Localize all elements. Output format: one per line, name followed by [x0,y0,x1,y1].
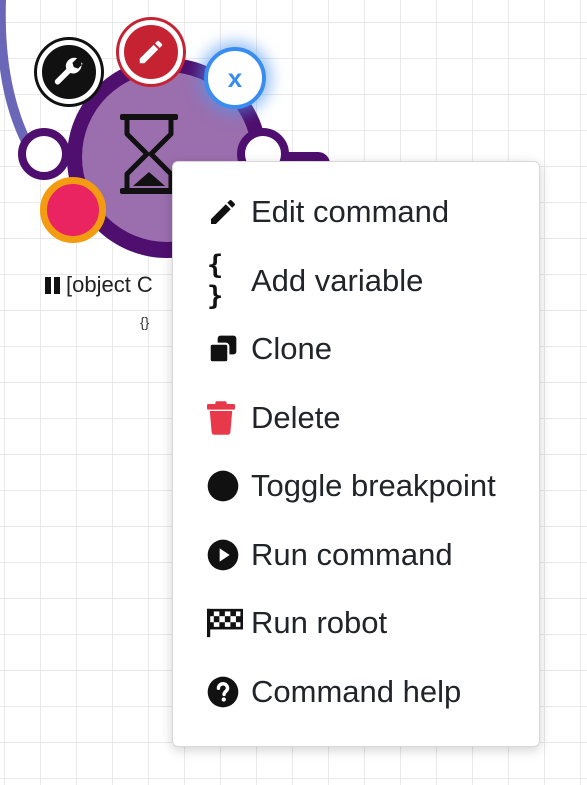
menu-item-toggle-breakpoint[interactable]: Toggle breakpoint [173,452,539,521]
menu-item-edit-command[interactable]: Edit command [173,178,539,247]
menu-item-label: Run robot [251,605,388,641]
menu-item-clone[interactable]: Clone [173,315,539,384]
menu-item-label: Delete [251,399,341,435]
node-input-port[interactable] [18,128,70,180]
node-edit-button[interactable] [119,20,183,84]
menu-item-label: Clone [251,331,332,367]
menu-item-label: Toggle breakpoint [251,468,496,504]
menu-item-run-robot[interactable]: Run robot [173,589,539,658]
node-settings-button[interactable] [37,40,101,104]
menu-item-delete[interactable]: Delete [173,384,539,453]
braces-icon: { } [207,249,223,312]
flag-checkered-icon [207,608,243,638]
close-icon: x [227,62,243,93]
menu-item-command-help[interactable]: Command help [173,658,539,727]
node-variables: {} [140,314,150,330]
wrench-icon [54,57,83,85]
node-label: [object C [45,272,153,298]
context-menu: Edit command { } Add variable Clone Dele… [172,161,540,747]
circle-icon [207,470,243,502]
pencil-icon [139,40,163,64]
menu-item-label: Add variable [251,262,424,298]
menu-item-label: Edit command [251,194,450,230]
node-label-text: [object C [66,272,153,297]
clone-icon [207,333,243,365]
trash-icon [207,400,243,435]
menu-item-label: Command help [251,673,462,709]
menu-item-label: Run command [251,536,453,572]
question-circle-icon [207,676,243,708]
play-circle-icon [207,539,243,571]
menu-item-run-command[interactable]: Run command [173,521,539,590]
workflow-canvas[interactable]: x [object C {} Edit command { } Add vari… [0,0,587,785]
menu-item-add-variable[interactable]: { } Add variable [173,247,539,316]
node-close-button[interactable]: x [204,47,266,109]
breakpoint-indicator[interactable] [40,177,106,243]
pause-icon [45,276,60,294]
pencil-icon [207,196,243,228]
